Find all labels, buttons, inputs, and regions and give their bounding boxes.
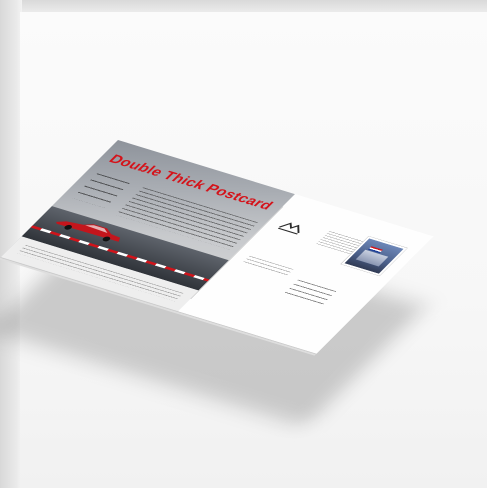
photo-stage: Double Thick Postcard bbox=[0, 0, 487, 488]
postal-logo-icon bbox=[277, 222, 300, 235]
recipient-lines bbox=[282, 279, 337, 307]
body-label-lines bbox=[72, 173, 130, 208]
stamp-image bbox=[355, 249, 389, 267]
address-block-lines bbox=[242, 255, 294, 277]
